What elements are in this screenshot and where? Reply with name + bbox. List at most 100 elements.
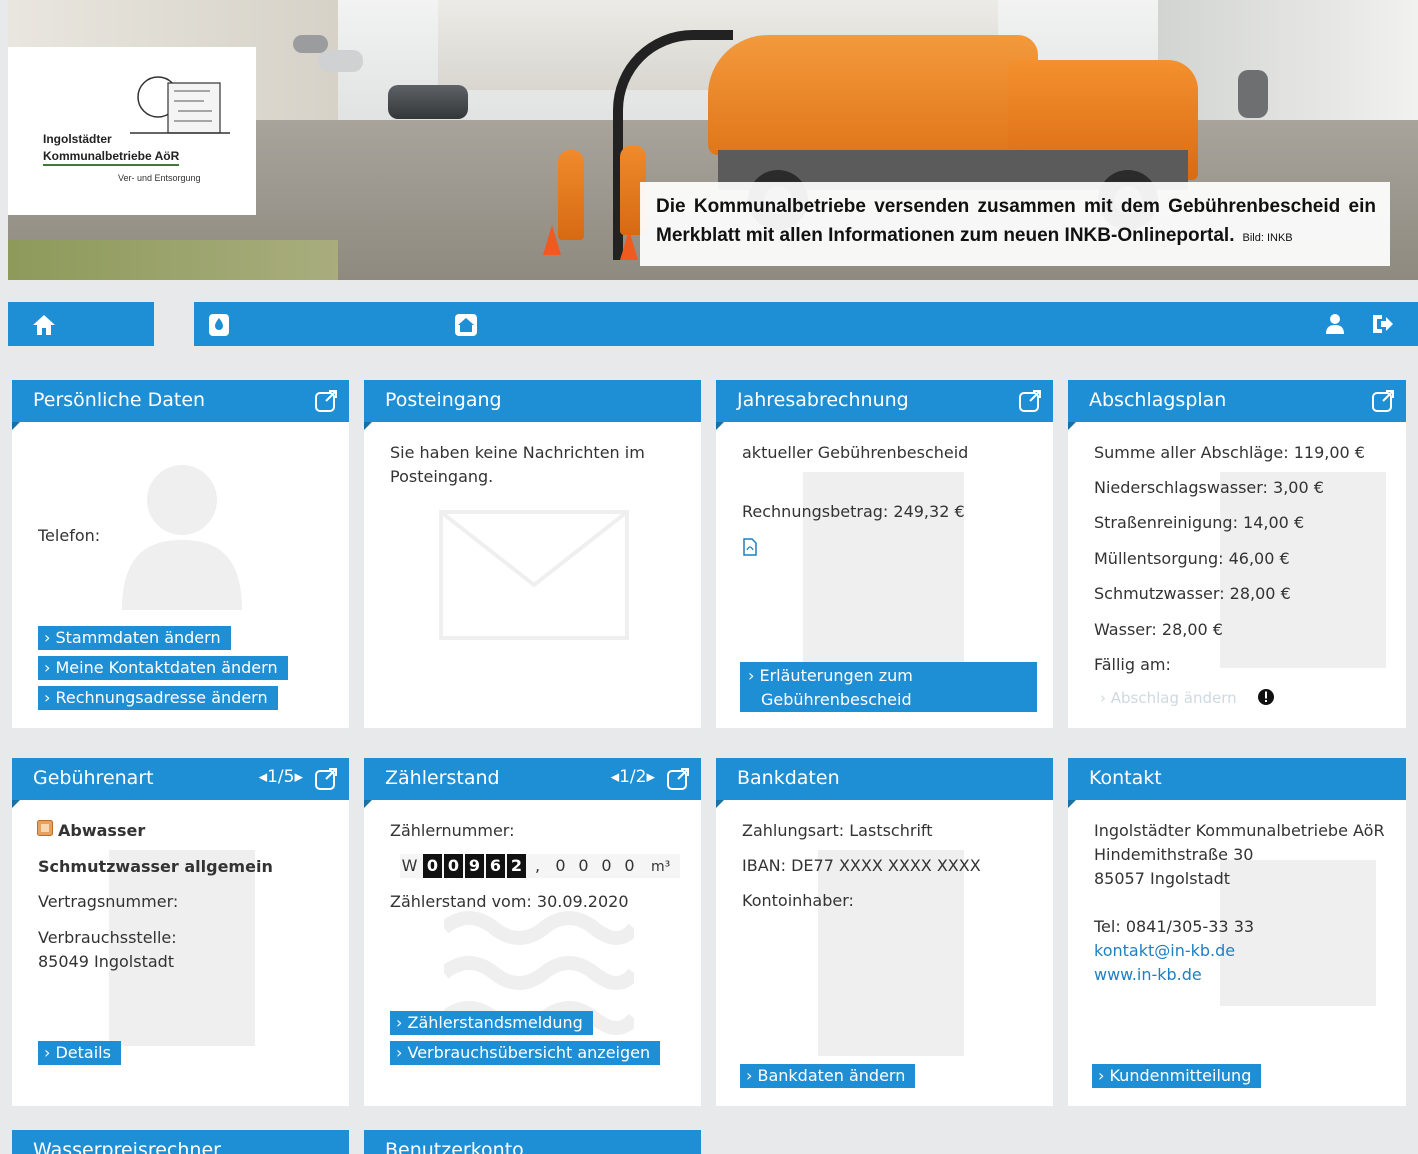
hero-cone: [620, 230, 638, 260]
meter-decimal: 0: [601, 856, 612, 875]
tile-meter-reading-title: Zählerstand: [385, 767, 500, 789]
meter-digit: 9: [465, 854, 484, 878]
home-icon: [33, 315, 55, 335]
tile-user-account: Benutzerkonto: [364, 1130, 701, 1154]
pdf-icon[interactable]: [742, 538, 758, 556]
logo-text-line1: Ingolstädter: [43, 132, 112, 146]
installment-stormwater: Niederschlagswasser: 3,00 €: [1094, 478, 1324, 497]
installment-due-date-label: Fällig am:: [1094, 655, 1171, 674]
contact-address-line2: Hindemithstraße 30: [1094, 845, 1254, 864]
open-external-icon[interactable]: [1372, 390, 1394, 412]
tile-personal-data: Persönliche Daten Telefon: › Stammdaten …: [12, 380, 349, 728]
tile-bank-data: Bankdaten Zahlungsart: Lastschrift IBAN:…: [716, 758, 1053, 1106]
edit-master-data-button[interactable]: › Stammdaten ändern: [38, 626, 231, 650]
tile-inbox-title: Posteingang: [385, 389, 502, 411]
tile-inbox-header: Posteingang: [364, 380, 701, 430]
contract-number-label: Vertragsnummer:: [38, 892, 179, 911]
tile-meter-reading-header: Zählerstand ◂1/2▸: [364, 758, 701, 808]
meter-unit: m³: [651, 859, 671, 875]
water-meter-icon[interactable]: [208, 313, 230, 337]
fee-notice-explanations-button[interactable]: › Erläuterungen zum Gebührenbescheid: [740, 662, 1037, 712]
tile-personal-data-title: Persönliche Daten: [33, 389, 206, 411]
invoice-amount: Rechnungsbetrag: 249,32 €: [742, 502, 965, 521]
tile-water-price-calculator-header[interactable]: Wasserpreisrechner: [12, 1130, 349, 1154]
fee-type-pager[interactable]: ◂1/5▸: [259, 767, 303, 787]
details-button[interactable]: › Details: [38, 1041, 121, 1065]
change-installment-button[interactable]: › Abschlag ändern: [1094, 686, 1247, 710]
edit-bank-data-button[interactable]: › Bankdaten ändern: [740, 1064, 916, 1088]
phone-label: Telefon:: [38, 526, 101, 545]
hero-car: [388, 85, 468, 119]
nav-home[interactable]: [8, 302, 154, 346]
bank-document-watermark-icon: [818, 850, 964, 1056]
meter-decimal: 0: [578, 856, 589, 875]
meter-pager[interactable]: ◂1/2▸: [611, 767, 655, 787]
logo-text-line2: Kommunalbetriebe AöR: [43, 149, 180, 166]
fee-notice-explanations-line1: › Erläuterungen zum: [748, 666, 913, 685]
contact-address-line1: Ingolstädter Kommunalbetriebe AöR: [1094, 821, 1385, 840]
tile-personal-data-header: Persönliche Daten: [12, 380, 349, 430]
contact-email-link[interactable]: kontakt@in-kb.de: [1094, 939, 1392, 963]
open-external-icon[interactable]: [315, 768, 337, 790]
meter-digit: 6: [486, 854, 505, 878]
tile-annual-bill: Jahresabrechnung aktueller Gebührenbesch…: [716, 380, 1053, 728]
tile-bank-data-title: Bankdaten: [737, 767, 840, 789]
consumption-point-value: 85049 Ingolstadt: [38, 952, 175, 971]
fee-notice-explanations-line2: Gebührenbescheid: [761, 690, 912, 709]
tile-contact-title: Kontakt: [1089, 767, 1162, 789]
meter-separator: ,: [534, 856, 541, 875]
open-external-icon[interactable]: [315, 390, 337, 412]
consumption-overview-button[interactable]: › Verbrauchsübersicht anzeigen: [390, 1041, 661, 1065]
hero-caption-credit: Bild: INKB: [1242, 232, 1293, 244]
envelope-watermark-icon: [439, 510, 629, 640]
hero-truck-tank: [708, 35, 1038, 155]
report-meter-reading-button[interactable]: › Zählerstandsmeldung: [390, 1011, 593, 1035]
consumption-point-label: Verbrauchsstelle:: [38, 928, 177, 947]
nav-main: [194, 302, 1418, 346]
tile-fee-type-title: Gebührenart: [33, 767, 154, 789]
contact-phone: Tel: 0841/305-33 33: [1094, 917, 1255, 936]
account-holder-label: Kontoinhaber:: [742, 891, 854, 910]
tile-installment-plan-header: Abschlagsplan: [1068, 380, 1406, 430]
contact-address-line3: 85057 Ingolstadt: [1094, 869, 1231, 888]
meter-digit: 2: [507, 854, 526, 878]
fee-category: Abwasser: [58, 821, 146, 840]
wastewater-category-icon: [37, 820, 53, 836]
installment-total: Summe aller Abschläge: 119,00 €: [1094, 443, 1365, 462]
installment-water: Wasser: 28,00 €: [1094, 620, 1223, 639]
customer-message-button[interactable]: › Kundenmitteilung: [1092, 1064, 1262, 1088]
edit-billing-address-button[interactable]: › Rechnungsadresse ändern: [38, 686, 278, 710]
logo-mark-icon: [130, 76, 230, 134]
tile-fee-type-header: Gebührenart ◂1/5▸: [12, 758, 349, 808]
tile-user-account-header[interactable]: Benutzerkonto: [364, 1130, 701, 1154]
tile-annual-bill-title: Jahresabrechnung: [737, 389, 909, 411]
tile-user-account-title: Benutzerkonto: [385, 1139, 524, 1154]
meter-decimal: 0: [555, 856, 566, 875]
exclamation-icon[interactable]: [1257, 688, 1275, 706]
tile-water-price-calculator-title: Wasserpreisrechner: [33, 1139, 221, 1154]
meter-digit: 0: [423, 854, 442, 878]
edit-contact-data-button[interactable]: › Meine Kontaktdaten ändern: [38, 656, 288, 680]
tile-contact: Kontakt Ingolstädter Kommunalbetriebe Aö…: [1068, 758, 1406, 1106]
hero-grass: [8, 240, 338, 280]
installment-waste: Müllentsorgung: 46,00 €: [1094, 549, 1290, 568]
logo-text-line3: Ver- und Entsorgung: [118, 173, 201, 183]
tile-water-price-calculator: Wasserpreisrechner: [12, 1130, 349, 1154]
contact-website-link[interactable]: www.in-kb.de: [1094, 963, 1392, 987]
open-external-icon[interactable]: [1019, 390, 1041, 412]
meter-prefix: W: [401, 856, 418, 875]
tile-inbox: Posteingang Sie haben keine Nachrichten …: [364, 380, 701, 728]
logout-icon[interactable]: [1370, 313, 1394, 335]
tile-fee-type: Gebührenart ◂1/5▸ Abwasser Schmutzwasser…: [12, 758, 349, 1106]
hero-car: [1238, 70, 1268, 118]
meter-number-label: Zählernummer:: [390, 821, 515, 840]
hero-caption: Die Kommunalbetriebe versenden zusammen …: [640, 182, 1390, 266]
hero-car: [318, 50, 363, 72]
open-external-icon[interactable]: [667, 768, 689, 790]
current-fee-notice-label: aktueller Gebührenbescheid: [742, 443, 969, 462]
tile-installment-plan-title: Abschlagsplan: [1089, 389, 1227, 411]
hero-worker: [558, 150, 584, 240]
house-icon[interactable]: [454, 313, 478, 337]
user-icon[interactable]: [1324, 313, 1346, 335]
company-logo[interactable]: Ingolstädter Kommunalbetriebe AöR Ver- u…: [8, 47, 256, 215]
